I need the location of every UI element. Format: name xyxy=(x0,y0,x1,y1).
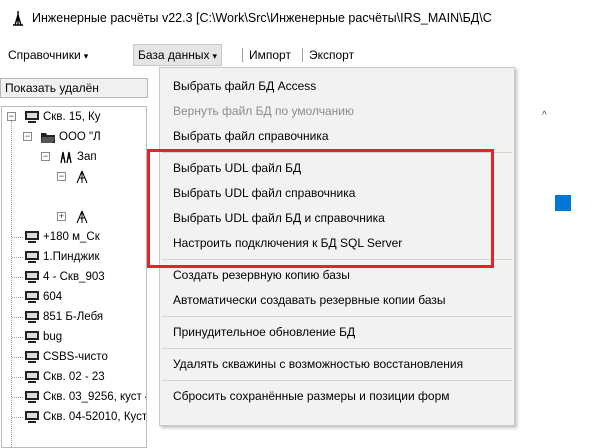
dropdown-menu-item[interactable]: Выбрать UDL файл БД и справочника xyxy=(160,206,514,230)
dropdown-menu-item[interactable]: Выбрать файл БД Access xyxy=(160,74,514,98)
computer-icon xyxy=(24,350,40,364)
tree-node-label: 1.Пинджик xyxy=(43,251,100,263)
tree-node[interactable]: 851 Б-Лебя xyxy=(24,307,103,327)
tree-node-label: Скв. 15, Ку xyxy=(43,111,101,123)
chevron-down-icon: ▾ xyxy=(83,51,89,61)
tree-node[interactable]: Скв. 02 - 23 xyxy=(24,367,105,387)
tree-line xyxy=(12,277,23,278)
tree-node-label: Скв. 02 - 23 xyxy=(43,371,105,383)
menu-bar: Справочники ▾ База данных ▾ Импорт Экспорт xyxy=(0,44,592,66)
expand-icon[interactable]: + xyxy=(57,212,66,221)
dropdown-menu-item[interactable]: Автоматически создавать резервные копии … xyxy=(160,288,514,312)
tree-node-label: Скв. 04-52010, Куст 407, Приобское xyxy=(43,411,147,423)
dropdown-menu-item[interactable]: Выбрать UDL файл БД xyxy=(160,156,514,180)
menu-reference-books[interactable]: Справочники ▾ xyxy=(4,44,92,66)
menu-separator xyxy=(162,316,512,317)
tree-line xyxy=(12,417,23,418)
computer-icon xyxy=(24,270,40,284)
tree-node[interactable]: Скв. 04-52010, Куст 407, Приобское xyxy=(24,407,147,427)
menu-separator xyxy=(162,152,512,153)
computer-icon xyxy=(24,310,40,324)
computer-icon xyxy=(24,250,40,264)
menu-separator xyxy=(162,348,512,349)
dropdown-menu-item[interactable]: Принудительное обновление БД xyxy=(160,320,514,344)
folder-open-icon xyxy=(40,130,56,144)
tree-line xyxy=(11,121,12,447)
tree-node[interactable]: +180 м_Ск xyxy=(24,227,100,247)
tree-node[interactable] xyxy=(74,167,93,187)
oil-derrick-icon xyxy=(74,210,90,224)
oil-field-icon xyxy=(58,150,74,164)
tree-node-label: bug xyxy=(43,331,63,343)
tree-node[interactable]: 4 - Скв_903 xyxy=(24,267,105,287)
scroll-up-arrow-icon[interactable]: ^ xyxy=(542,110,547,121)
tree-line xyxy=(12,317,23,318)
menu-separator xyxy=(162,380,512,381)
dropdown-menu-item[interactable]: Настроить подключения к БД SQL Server xyxy=(160,231,514,255)
computer-icon xyxy=(24,290,40,304)
dropdown-menu-item[interactable]: Выбрать UDL файл справочника xyxy=(160,181,514,205)
tree-line xyxy=(12,377,23,378)
menu-separator xyxy=(302,48,303,62)
title-bar: Инженерные расчёты v22.3 [C:\Work\Src\Ин… xyxy=(0,0,592,36)
menu-separator xyxy=(242,48,243,62)
well-tree[interactable]: − Скв. 15, Ку − ООО "Л − Зап − + +180 м_Ск 1.Пинд… xyxy=(1,106,147,448)
tree-node-label: +180 м_Ск xyxy=(43,231,100,243)
show-deleted-button[interactable]: Показать удалён xyxy=(0,78,148,98)
collapse-icon[interactable]: − xyxy=(41,152,50,161)
tree-line xyxy=(12,297,23,298)
tree-node-label: ООО "Л xyxy=(59,131,101,143)
menu-import[interactable]: Импорт xyxy=(245,44,295,66)
menu-database-label: База данных xyxy=(138,48,210,62)
app-icon xyxy=(13,11,23,26)
oil-derrick-icon xyxy=(74,170,90,184)
tree-line xyxy=(12,237,23,238)
tree-node[interactable] xyxy=(74,207,93,227)
computer-icon xyxy=(24,330,40,344)
database-dropdown-menu: Выбрать файл БД Access Вернуть файл БД по… xyxy=(159,67,515,426)
tree-line xyxy=(12,257,23,258)
tree-line xyxy=(12,357,23,358)
tree-node[interactable]: CSBS-чисто xyxy=(24,347,108,367)
selected-item-fragment xyxy=(555,195,571,211)
collapse-icon[interactable]: − xyxy=(57,172,66,181)
computer-icon xyxy=(24,390,40,404)
tree-node[interactable]: bug xyxy=(24,327,62,347)
menu-export[interactable]: Экспорт xyxy=(305,44,358,66)
computer-icon xyxy=(24,370,40,384)
dropdown-menu-item[interactable]: Удалять скважины с возможностью восстано… xyxy=(160,352,514,376)
tree-node[interactable]: 604 xyxy=(24,287,62,307)
tree-node-label: CSBS-чисто xyxy=(43,351,108,363)
dropdown-menu-item: Вернуть файл БД по умолчанию xyxy=(173,104,355,118)
tree-node[interactable]: Скв. 15, Ку xyxy=(24,107,100,127)
dropdown-menu-item[interactable]: Создать резервную копию базы xyxy=(160,263,514,287)
tree-node[interactable]: ООО "Л xyxy=(40,127,101,147)
collapse-icon[interactable]: − xyxy=(7,112,16,121)
tree-node-label: 851 Б-Лебя xyxy=(43,311,104,323)
tree-line xyxy=(12,337,23,338)
dropdown-menu-item[interactable]: Сбросить сохранённые размеры и позиции ф… xyxy=(160,384,514,408)
tree-node-label: Зап xyxy=(77,151,97,163)
tree-node[interactable]: 1.Пинджик xyxy=(24,247,100,267)
tree-node[interactable]: Скв. 03_9256, куст 41, Кочевское xyxy=(24,387,146,407)
collapse-icon[interactable]: − xyxy=(23,132,32,141)
menu-database[interactable]: База данных ▾ xyxy=(133,44,223,66)
tree-node[interactable]: Зап xyxy=(58,147,97,167)
computer-icon xyxy=(24,110,40,124)
menu-reference-books-label: Справочники xyxy=(8,48,81,62)
chevron-down-icon: ▾ xyxy=(212,51,218,61)
window-title: Инженерные расчёты v22.3 [C:\Work\Src\Ин… xyxy=(32,11,492,25)
left-panel: Показать удалён − Скв. 15, Ку − ООО "Л − Зап −… xyxy=(0,70,148,448)
tree-node-label: 604 xyxy=(43,291,63,303)
tree-node-label: 4 - Скв_903 xyxy=(43,271,105,283)
dropdown-menu-item[interactable]: Выбрать файл справочника xyxy=(160,124,514,148)
computer-icon xyxy=(24,230,40,244)
computer-icon xyxy=(24,410,40,424)
tree-node-label: Скв. 03_9256, куст 41, Кочевское xyxy=(43,391,146,403)
menu-separator xyxy=(162,259,512,260)
tree-line xyxy=(12,397,23,398)
